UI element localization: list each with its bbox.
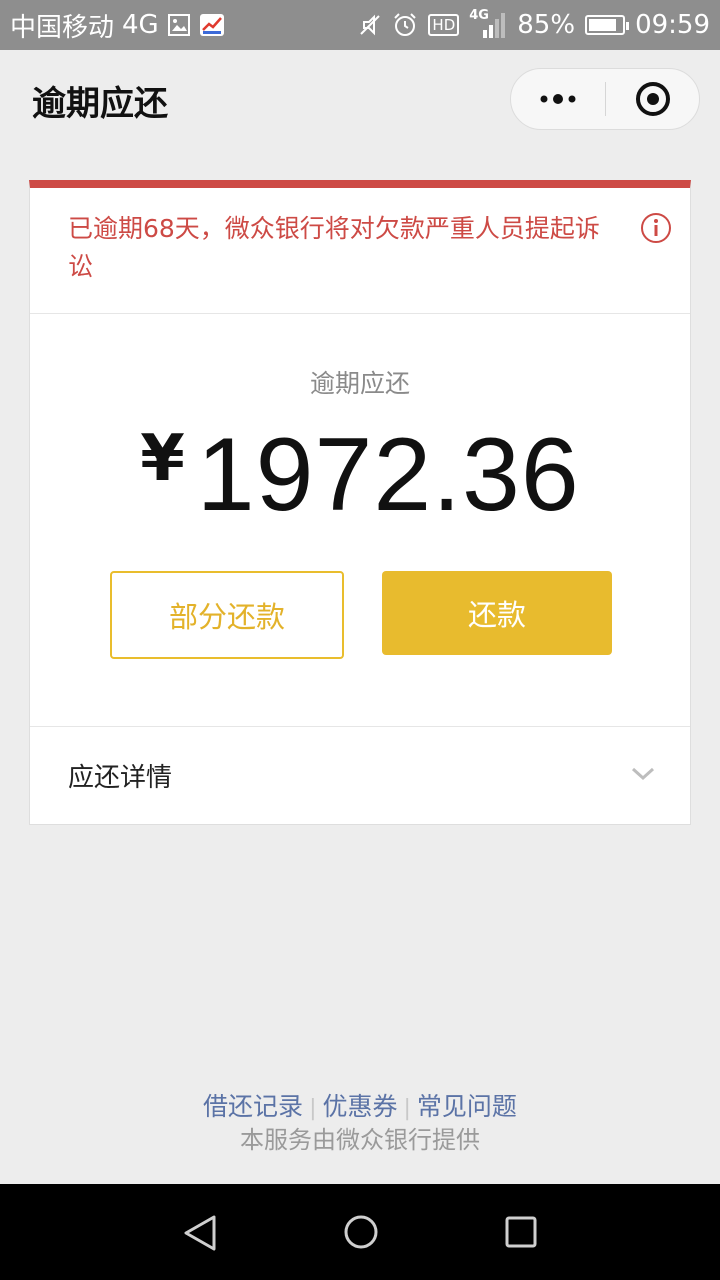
nav-bar: 逾期应还 — [0, 50, 720, 148]
overdue-card: 已逾期68天，微众银行将对欠款严重人员提起诉讼 逾期应还 ¥1972.36 部分… — [29, 180, 691, 825]
android-nav-bar — [0, 1184, 720, 1280]
stock-app-icon — [199, 13, 225, 37]
overdue-amount: ¥1972.36 — [30, 416, 690, 535]
battery-fill — [589, 19, 617, 31]
partial-repay-button[interactable]: 部分还款 — [110, 571, 344, 659]
back-icon[interactable] — [182, 1214, 218, 1252]
mini-program-capsule — [510, 68, 700, 130]
signal-icon: 4G — [469, 8, 507, 40]
footer-links: 借还记录 | 优惠券 | 常见问题 — [0, 1087, 720, 1123]
repay-button[interactable]: 还款 — [382, 571, 612, 655]
hd-icon: HD — [428, 14, 460, 36]
page-title: 逾期应还 — [32, 84, 168, 124]
battery-percent: 85% — [517, 10, 576, 40]
footer-link-coupons[interactable]: 优惠券 — [322, 1092, 397, 1121]
more-dots-icon — [540, 94, 576, 104]
footer-separator: | — [309, 1096, 317, 1121]
info-icon[interactable] — [640, 212, 672, 244]
footer-link-faq[interactable]: 常见问题 — [417, 1092, 517, 1121]
amount-label: 逾期应还 — [309, 369, 410, 398]
recent-apps-icon[interactable] — [505, 1216, 537, 1248]
overdue-alert: 已逾期68天，微众银行将对欠款严重人员提起诉讼 — [30, 188, 690, 314]
alarm-icon — [392, 12, 418, 38]
close-mini-program-button[interactable] — [606, 69, 699, 129]
chevron-down-icon — [631, 767, 655, 781]
status-bar: 中国移动 4G HD 4G 85% 09:59 — [0, 0, 720, 50]
carrier-name: 中国移动 — [10, 12, 115, 43]
footer-provider-note: 本服务由微众银行提供 — [240, 1126, 480, 1154]
status-left: 中国移动 4G — [10, 7, 225, 44]
currency-symbol: ¥ — [140, 422, 185, 496]
footer-link-borrow-history[interactable]: 借还记录 — [203, 1092, 303, 1121]
target-close-icon — [635, 82, 670, 116]
more-button[interactable] — [511, 69, 605, 129]
home-icon[interactable] — [343, 1214, 379, 1250]
battery-icon — [585, 15, 630, 35]
details-label: 应还详情 — [68, 763, 173, 793]
hd-label: HD — [432, 16, 456, 34]
image-notification-icon — [167, 13, 191, 37]
clock: 09:59 — [635, 10, 710, 40]
mute-icon — [358, 13, 382, 37]
overdue-warning-text: 已逾期68天，微众银行将对欠款严重人员提起诉讼 — [68, 214, 600, 281]
network-type: 4G — [122, 10, 159, 40]
status-right: HD 4G 85% 09:59 — [358, 8, 710, 40]
amount-value: 1972.36 — [196, 417, 580, 533]
footer-separator: | — [403, 1096, 411, 1121]
repayment-details-row[interactable]: 应还详情 — [30, 726, 690, 824]
